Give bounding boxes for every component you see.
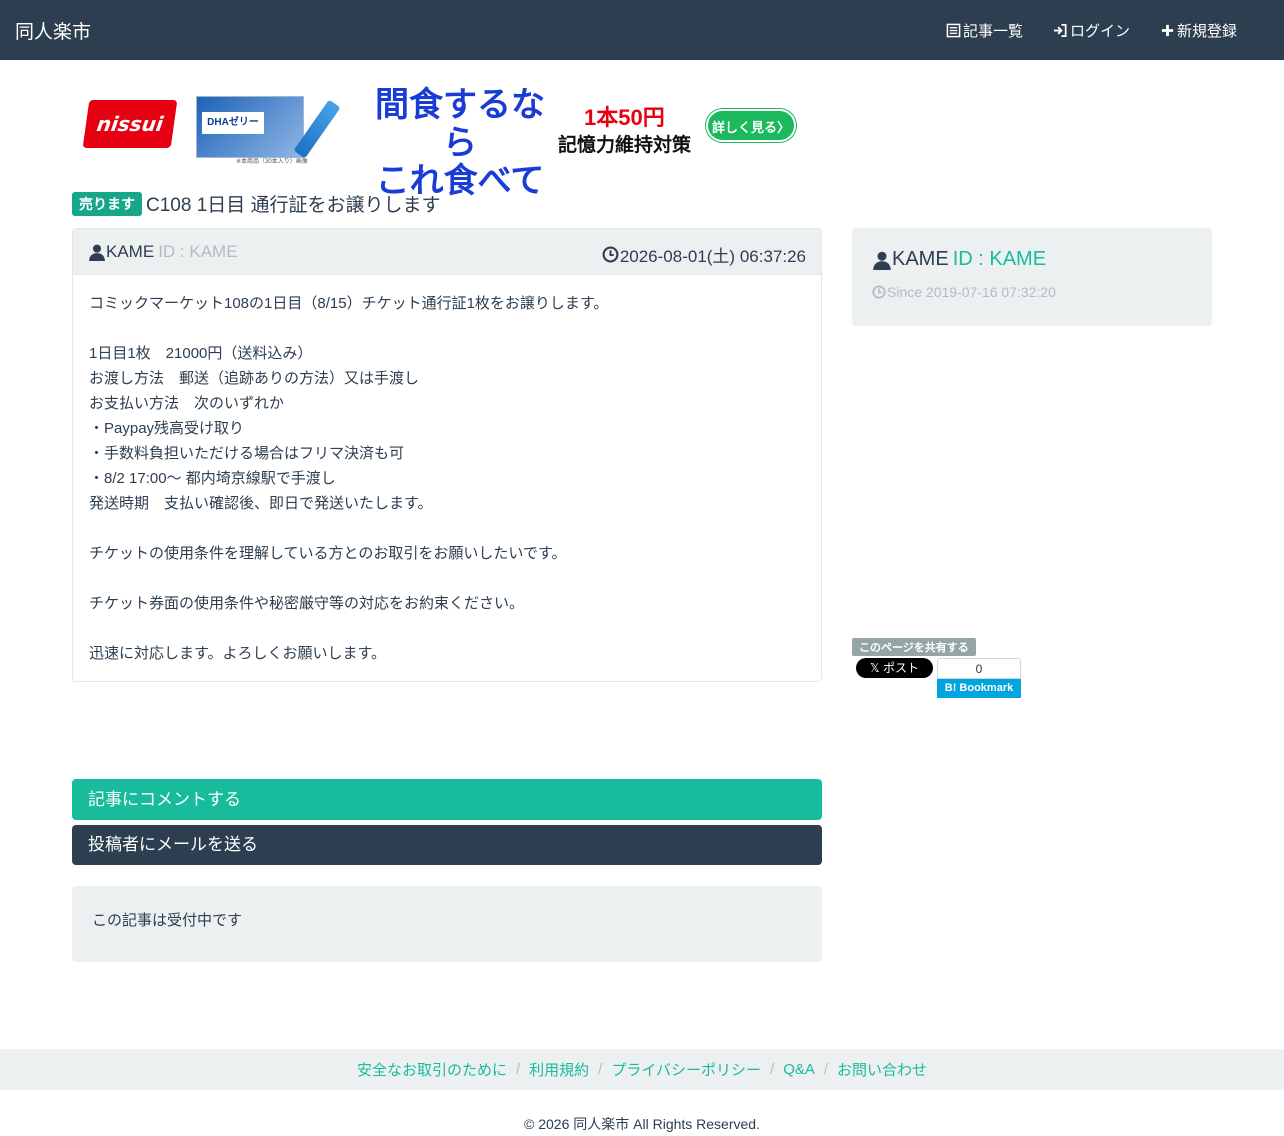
footer-link-terms[interactable]: 利用規約 xyxy=(529,1059,589,1080)
post-title: C108 1日目 通行証をお譲りします xyxy=(146,195,441,216)
user-icon xyxy=(89,244,105,261)
separator: / xyxy=(823,1061,829,1078)
footer-link-privacy[interactable]: プライバシーポリシー xyxy=(611,1059,761,1080)
clock-icon xyxy=(872,285,886,299)
post-body-line: ・手数料負担いただける場合はフリマ決済も可 xyxy=(89,445,405,462)
footer-link-contact[interactable]: お問い合わせ xyxy=(837,1059,927,1080)
post-body-line: お渡し方法 郵送（追跡ありの方法）又は手渡し xyxy=(89,370,420,387)
share-label: このページを共有する xyxy=(852,638,976,656)
ad-details-button[interactable]: 詳しく見る〉 xyxy=(706,109,796,142)
author-card-name: KAME xyxy=(892,248,949,270)
ad-headline: 間食するなら これ食べて xyxy=(375,86,545,200)
member-since: Since 2019-07-16 07:32:20 xyxy=(872,284,1056,300)
post-author[interactable]: KAME ID : KAME xyxy=(88,242,238,262)
login-icon xyxy=(1053,24,1067,37)
status-well: この記事は受付中です xyxy=(72,886,822,962)
ad-price: 1本50円 xyxy=(584,105,665,130)
post-body-line: ・8/2 17:00～ 都内埼京線駅で手渡し xyxy=(89,470,336,487)
footer-links: 安全なお取引のために / 利用規約 / プライバシーポリシー / Q&A / お… xyxy=(0,1049,1284,1090)
footer-link-qa[interactable]: Q&A xyxy=(783,1061,815,1078)
comment-button[interactable]: 記事にコメントする xyxy=(72,779,822,820)
post-body-line: 1日目1枚 21000円（送料込み） xyxy=(89,345,313,362)
footer-link-safety[interactable]: 安全なお取引のために xyxy=(357,1059,507,1080)
author-card: KAME ID : KAME Since 2019-07-16 07:32:20 xyxy=(852,228,1212,326)
author-name: KAME xyxy=(106,242,155,261)
post-date: 2026-08-01(土) 06:37:26 xyxy=(602,242,806,267)
post-panel: KAME ID : KAME 2026-08-01(土) 06:37:26 コミ… xyxy=(72,228,822,682)
separator: / xyxy=(770,1061,775,1078)
ad-banner[interactable]: nissui DHAゼリー ※本商品（30本入り）画像 間食するなら これ食べて… xyxy=(78,86,800,200)
post-body-line: チケットの使用条件を理解している方とのお取引をお願いしたいです。 xyxy=(89,545,567,562)
post-body-line: 迅速に対応します。よろしくお願いします。 xyxy=(89,645,387,662)
post-body-line: 発送時期 支払い確認後、即日で発送いたします。 xyxy=(89,495,433,512)
post-date-text: 2026-08-01(土) 06:37:26 xyxy=(619,247,806,266)
clock-icon xyxy=(602,246,619,263)
hatena-bookmark-button[interactable]: B! Bookmark xyxy=(937,679,1021,698)
sell-badge: 売ります xyxy=(72,191,142,216)
nav-label: 記事一覧 xyxy=(963,23,1024,40)
post-body-line: ・Paypay残高受け取り xyxy=(89,420,245,437)
hatena-bookmark-count: 0 xyxy=(937,658,1021,679)
navbar: 同人楽市 記事一覧 ログイン 新規登録 xyxy=(0,0,1284,60)
post-body-line: お支払い方法 次のいずれか xyxy=(89,395,285,412)
x-post-button[interactable]: 𝕏 ポスト xyxy=(856,658,933,678)
nav-label: 新規登録 xyxy=(1177,23,1238,40)
separator: / xyxy=(598,1061,603,1078)
author-card-id: ID : KAME xyxy=(952,248,1047,270)
product-label: DHAゼリー xyxy=(202,112,264,134)
separator: / xyxy=(515,1061,521,1078)
post-body: コミックマーケット108の1日目（8/15）チケット通行証1枚をお譲りします。 1… xyxy=(89,291,809,666)
post-body-line: チケット券面の使用条件や秘密厳守等の対応をお約束ください。 xyxy=(89,595,525,612)
nav-login[interactable]: ログイン xyxy=(1053,20,1130,41)
site-brand[interactable]: 同人楽市 xyxy=(15,17,91,44)
copyright: © 2026 同人楽市 All Rights Reserved. xyxy=(524,1116,760,1132)
author-card-user[interactable]: KAME ID : KAME xyxy=(872,248,1046,271)
post-body-line xyxy=(89,516,809,541)
nissui-logo: nissui xyxy=(82,100,178,148)
post-body-line xyxy=(89,616,809,641)
post-title-row: 売ります C108 1日目 通行証をお譲りします xyxy=(72,190,441,217)
author-id: ID : KAME xyxy=(158,242,238,261)
status-text: この記事は受付中です xyxy=(92,912,243,929)
plus-icon xyxy=(1161,24,1174,37)
post-panel-header: KAME ID : KAME 2026-08-01(土) 06:37:26 xyxy=(73,229,821,275)
mail-author-button[interactable]: 投稿者にメールを送る xyxy=(72,825,822,865)
nav-register[interactable]: 新規登録 xyxy=(1160,20,1237,41)
user-icon xyxy=(873,251,891,270)
list-icon xyxy=(946,23,961,38)
post-body-line xyxy=(89,566,809,591)
post-body-line: コミックマーケット108の1日目（8/15）チケット通行証1枚をお譲りします。 xyxy=(89,295,609,312)
post-body-line xyxy=(89,316,809,341)
nav-article-list[interactable]: 記事一覧 xyxy=(946,20,1023,41)
ad-small-note: ※本商品（30本入り）画像 xyxy=(236,159,308,165)
ad-tagline: 記憶力維持対策 xyxy=(558,135,692,156)
nav-label: ログイン xyxy=(1070,23,1131,40)
